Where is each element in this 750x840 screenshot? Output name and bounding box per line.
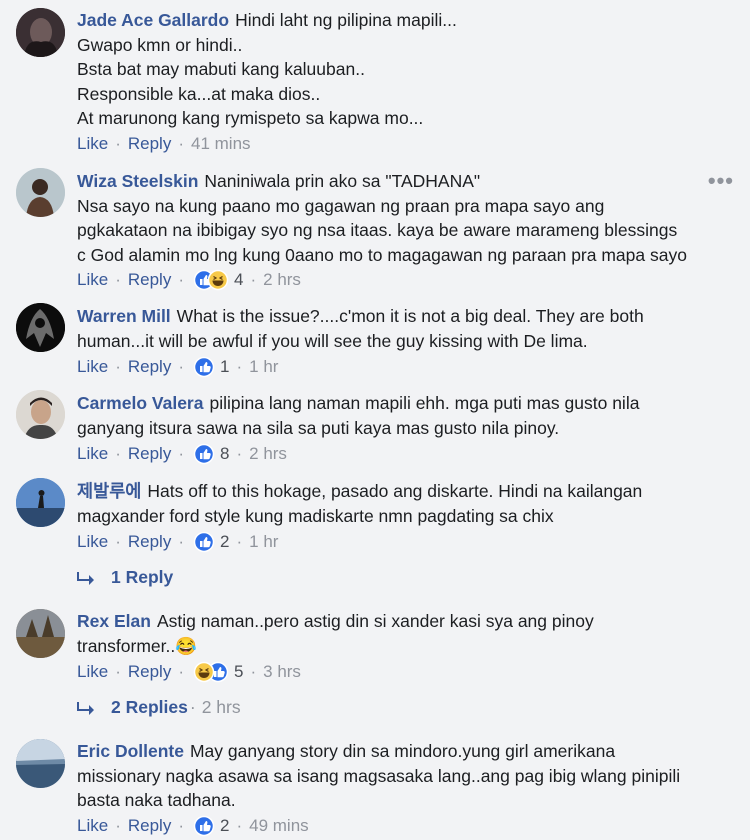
commenter-name[interactable]: Jade Ace Gallardo: [77, 10, 229, 30]
comment-text: At marunong kang rymispeto sa kapwa mo..…: [77, 108, 424, 128]
comment-body: 제발루에 Hats off to this hokage, pasado ang …: [77, 479, 720, 528]
avatar[interactable]: [16, 390, 65, 439]
comment-text: c God alamin mo lng kung 0aano mo to mag…: [77, 244, 687, 265]
avatar[interactable]: [16, 168, 65, 217]
reaction-icons: [193, 269, 229, 291]
comment-body: Warren Mill What is the issue?....c'mon i…: [77, 304, 720, 353]
timestamp[interactable]: 1 hr: [249, 532, 278, 552]
avatar[interactable]: [16, 303, 65, 352]
reply-arrow-icon: [77, 701, 94, 715]
reaction-count: 2: [220, 816, 230, 835]
reply-button[interactable]: Reply: [128, 357, 171, 377]
comment-text: magxander ford style kung madiskarte nmn…: [77, 505, 554, 526]
like-reaction-icon: [193, 815, 215, 837]
reply-arrow-icon: [77, 571, 94, 585]
commenter-name[interactable]: Warren Mill: [77, 306, 171, 326]
comment-body: Wiza Steelskin Naniniwala prin ako sa "TA…: [77, 169, 720, 267]
like-button[interactable]: Like: [77, 532, 108, 552]
reactions[interactable]: [193, 661, 229, 683]
comment-actions: Like · Reply · 41 mins: [77, 134, 251, 154]
timestamp[interactable]: 1 hr: [249, 357, 278, 377]
like-button[interactable]: Like: [77, 662, 108, 682]
like-button[interactable]: Like: [77, 444, 108, 464]
comment-text: pilipina lang naman mapili ehh. mga puti…: [209, 393, 640, 413]
comment-text: transformer..😂: [77, 635, 198, 656]
commenter-name[interactable]: 제발루에: [77, 481, 141, 501]
reply-button[interactable]: Reply: [128, 532, 171, 552]
like-reaction-icon: [193, 443, 215, 465]
comment-body: Carmelo Valera pilipina lang naman mapili…: [77, 391, 720, 440]
reactions[interactable]: [193, 356, 215, 378]
like-reaction-icon: [193, 356, 215, 378]
comment-text: human...it will be awful if you will see…: [77, 330, 588, 351]
comment-actions: Like · Reply · 5 · 3 hrs: [77, 661, 301, 683]
comment-text: basta naka tadhana.: [77, 790, 236, 810]
comment-actions: Like · Reply · 8 · 2 hrs: [77, 443, 287, 465]
commenter-name[interactable]: Carmelo Valera: [77, 393, 203, 413]
like-button[interactable]: Like: [77, 134, 108, 154]
reaction-icons: [193, 661, 229, 683]
reactions[interactable]: [193, 815, 215, 837]
replies-count[interactable]: 1 Reply: [111, 567, 173, 588]
view-replies-link[interactable]: 1 Reply: [77, 567, 173, 588]
comment-text: Responsible ka...at maka dios..: [77, 83, 321, 104]
reply-button[interactable]: Reply: [128, 444, 171, 464]
reactions[interactable]: [193, 269, 229, 291]
avatar[interactable]: [16, 8, 65, 57]
commenter-name[interactable]: Eric Dollente: [77, 741, 184, 761]
comment-text: pgkakataon na ibibigay syo ng nsa itaas.…: [77, 220, 678, 240]
comment-body: Eric Dollente May ganyang story din sa mi…: [77, 739, 720, 813]
comment-text: missionary nagka asawa sa isang magsasak…: [77, 765, 681, 786]
reaction-count: 5: [234, 662, 244, 681]
reaction-count: 1: [220, 357, 230, 376]
comment-text: What is the issue?....c'mon it is not a …: [176, 306, 644, 326]
comment-text: May ganyang story din sa mindoro.yung gi…: [189, 741, 616, 761]
timestamp[interactable]: 3 hrs: [263, 662, 301, 682]
haha-reaction-icon: [207, 269, 229, 291]
reactions[interactable]: [193, 443, 215, 465]
like-button[interactable]: Like: [77, 816, 108, 836]
reaction-count: 4: [234, 270, 244, 289]
comment-text: Gwapo kmn or hindi..: [77, 34, 243, 55]
haha-reaction-icon: [193, 661, 215, 683]
comment-actions: Like · Reply · 2 · 1 hr: [77, 531, 279, 553]
replies-timestamp[interactable]: 2 hrs: [202, 697, 241, 718]
comment-text: Hindi laht ng pilipina mapili...: [235, 10, 457, 30]
reply-button[interactable]: Reply: [128, 662, 171, 682]
reply-button[interactable]: Reply: [128, 816, 171, 836]
view-replies-link[interactable]: 2 Replies · 2 hrs: [77, 697, 241, 718]
timestamp[interactable]: 2 hrs: [249, 444, 287, 464]
comment-text: Naniniwala prin ako sa "TADHANA": [204, 171, 481, 191]
comment-actions: Like · Reply · 4 · 2 hrs: [77, 269, 301, 291]
comment-actions: Like · Reply · 2 · 49 mins: [77, 815, 309, 837]
comment-body: Jade Ace Gallardo Hindi laht ng pilipina …: [77, 8, 720, 131]
reply-button[interactable]: Reply: [128, 134, 171, 154]
timestamp[interactable]: 2 hrs: [263, 270, 301, 290]
commenter-name[interactable]: Wiza Steelskin: [77, 171, 198, 191]
avatar[interactable]: [16, 478, 65, 527]
comment-text: Astig naman..pero astig din si xander ka…: [156, 611, 594, 631]
reaction-count: 2: [220, 532, 230, 551]
comment-text: Hats off to this hokage, pasado ang disk…: [147, 481, 643, 501]
commenter-name[interactable]: Rex Elan: [77, 611, 151, 631]
reaction-count: 8: [220, 444, 230, 463]
reply-button[interactable]: Reply: [128, 270, 171, 290]
timestamp[interactable]: 41 mins: [191, 134, 251, 154]
like-reaction-icon: [193, 531, 215, 553]
avatar[interactable]: [16, 609, 65, 658]
comment-actions: Like · Reply · 1 · 1 hr: [77, 356, 279, 378]
comment-text: Nsa sayo na kung paano mo gagawan ng pra…: [77, 195, 605, 216]
replies-count[interactable]: 2 Replies: [111, 697, 188, 718]
like-button[interactable]: Like: [77, 357, 108, 377]
comment-text: Bsta bat may mabuti kang kaluuban..: [77, 59, 365, 79]
avatar[interactable]: [16, 739, 65, 788]
like-button[interactable]: Like: [77, 270, 108, 290]
timestamp[interactable]: 49 mins: [249, 816, 309, 836]
reactions[interactable]: [193, 531, 215, 553]
comment-text: ganyang itsura sawa na sila sa puti kaya…: [77, 417, 560, 438]
comment-body: Rex Elan Astig naman..pero astig din si x…: [77, 609, 720, 658]
